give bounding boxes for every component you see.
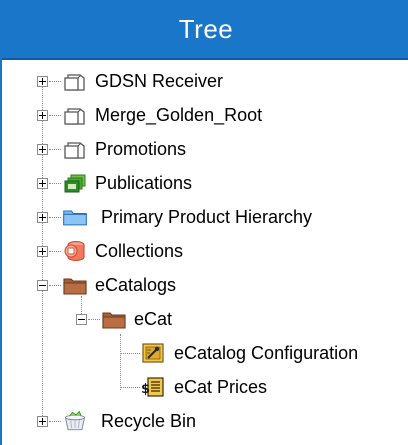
tree-connector — [49, 421, 61, 422]
tree-node-primary-product-hierarchy[interactable]: Primary Product Hierarchy — [2, 206, 362, 234]
tree-title: Tree — [178, 14, 234, 44]
empty-folder-icon — [64, 142, 85, 159]
expand-toggle[interactable] — [37, 178, 48, 189]
tree-node-ecatalogs[interactable]: eCatalogs — [2, 274, 222, 302]
tree-connector — [120, 353, 140, 354]
tree-connector — [49, 285, 61, 286]
expand-toggle[interactable] — [37, 212, 48, 223]
tree-node-ecat[interactable]: eCat — [2, 308, 202, 336]
svg-text:$: $ — [141, 382, 150, 397]
blue-folder-icon — [63, 210, 87, 226]
tree-connector — [120, 387, 140, 388]
tree-connector — [49, 183, 61, 184]
tree-node-collections[interactable]: Collections — [2, 240, 222, 268]
tree-node-label: Primary Product Hierarchy — [101, 207, 313, 227]
tree-node-label: Promotions — [95, 139, 187, 159]
empty-folder-icon — [64, 74, 85, 91]
collapse-toggle[interactable] — [76, 314, 87, 325]
tree-node-gdsn-receiver[interactable]: GDSN Receiver — [2, 70, 262, 98]
empty-folder-icon — [64, 108, 85, 125]
tree-connector — [88, 319, 100, 320]
tree-node-label: Publications — [95, 173, 193, 193]
tree-view: GDSN Receiver Merge_Golden_Root Promotio… — [2, 62, 408, 445]
tree-node-label: Merge_Golden_Root — [95, 105, 263, 125]
expand-toggle[interactable] — [37, 416, 48, 427]
prices-icon: $ — [141, 377, 164, 397]
tree-connector — [49, 81, 61, 82]
tree-connector — [49, 251, 61, 252]
tree-node-label: Collections — [95, 241, 184, 261]
tree-node-ecatalog-configuration[interactable]: eCatalog Configuration — [2, 342, 408, 370]
tree-node-label: GDSN Receiver — [95, 71, 224, 91]
tree-node-recycle-bin[interactable]: Recycle Bin — [2, 410, 242, 438]
collapse-toggle[interactable] — [37, 280, 48, 291]
catalog-configuration-icon — [142, 343, 164, 363]
tree-node-label: Recycle Bin — [101, 411, 197, 431]
expand-toggle[interactable] — [37, 246, 48, 257]
tree-header: Tree — [2, 0, 408, 60]
brown-folder-icon — [102, 312, 126, 329]
tree-node-publications[interactable]: Publications — [2, 172, 222, 200]
brown-folder-icon — [63, 278, 87, 295]
tree-connector — [49, 217, 61, 218]
expand-toggle[interactable] — [37, 110, 48, 121]
expand-toggle[interactable] — [37, 76, 48, 87]
tree-panel: Tree GDSN Receiver Merge_Golden_Root Pro… — [0, 0, 408, 445]
tree-node-ecat-prices[interactable]: $ eCat Prices — [2, 376, 302, 404]
recycle-bin-icon — [64, 410, 86, 431]
tree-connector — [49, 115, 61, 116]
tree-node-label: eCatalogs — [95, 275, 177, 295]
publications-icon — [64, 174, 86, 193]
tree-node-promotions[interactable]: Promotions — [2, 138, 222, 166]
tree-node-merge-golden-root[interactable]: Merge_Golden_Root — [2, 104, 302, 132]
tree-node-label: eCatalog Configuration — [174, 343, 359, 363]
expand-toggle[interactable] — [37, 144, 48, 155]
tree-connector — [49, 149, 61, 150]
collections-icon — [64, 240, 85, 262]
tree-node-label: eCat Prices — [174, 377, 268, 397]
tree-node-label: eCat — [134, 309, 173, 329]
